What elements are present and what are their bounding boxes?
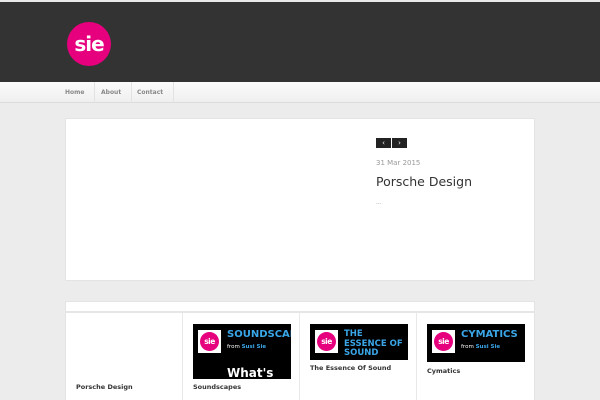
post-card-title[interactable]: Soundscapes (193, 383, 241, 391)
thumb-logo: sie (432, 330, 455, 353)
nav-item-contact[interactable]: Contact (127, 82, 175, 103)
nav-item-home[interactable]: Home (55, 82, 96, 103)
thumb-title: CYMATICS (461, 329, 518, 340)
post-card[interactable]: sie CYMATICS from Susi Sie Cymatics (417, 313, 534, 400)
post-card-title[interactable]: Porsche Design (76, 383, 133, 391)
post-card[interactable]: Porsche Design (66, 313, 183, 400)
featured-excerpt: ... (376, 199, 382, 206)
featured-slider: ‹ › 31 Mar 2015 Porsche Design ... (65, 118, 535, 281)
thumb-overflow-text: What's (227, 366, 274, 379)
post-card[interactable]: sie THE ESSENCE OF SOUND The Essence Of … (300, 313, 417, 400)
thumb-byline: from Susi Sie (227, 344, 267, 350)
slider-controls: ‹ › (376, 138, 407, 148)
thumb-title: SOUNDSCAP (227, 329, 291, 340)
post-thumbnail[interactable]: sie CYMATICS from Susi Sie (427, 324, 525, 362)
featured-date: 31 Mar 2015 (376, 159, 421, 167)
slider-next-button[interactable]: › (392, 138, 407, 148)
site-header: sie (0, 0, 600, 82)
thumb-logo: sie (315, 330, 338, 353)
post-thumbnail[interactable]: sie SOUNDSCAP from Susi Sie What's (193, 324, 291, 379)
slider-prev-button[interactable]: ‹ (376, 138, 391, 148)
thumb-logo: sie (198, 330, 221, 353)
main-nav: Home About Contact (0, 82, 600, 103)
site-logo[interactable]: sie (67, 22, 111, 66)
post-card[interactable]: sie SOUNDSCAP from Susi Sie What's Sound… (183, 313, 300, 400)
post-card-title[interactable]: Cymatics (427, 367, 460, 375)
thumb-title: THE ESSENCE OF SOUND (344, 329, 403, 358)
post-grid: Porsche Design sie SOUNDSCAP from Susi S… (65, 301, 535, 400)
featured-title[interactable]: Porsche Design (376, 174, 472, 189)
post-thumbnail[interactable]: sie THE ESSENCE OF SOUND (310, 324, 408, 360)
post-card-title[interactable]: The Essence Of Sound (310, 364, 391, 372)
thumb-byline: from Susi Sie (461, 344, 501, 350)
